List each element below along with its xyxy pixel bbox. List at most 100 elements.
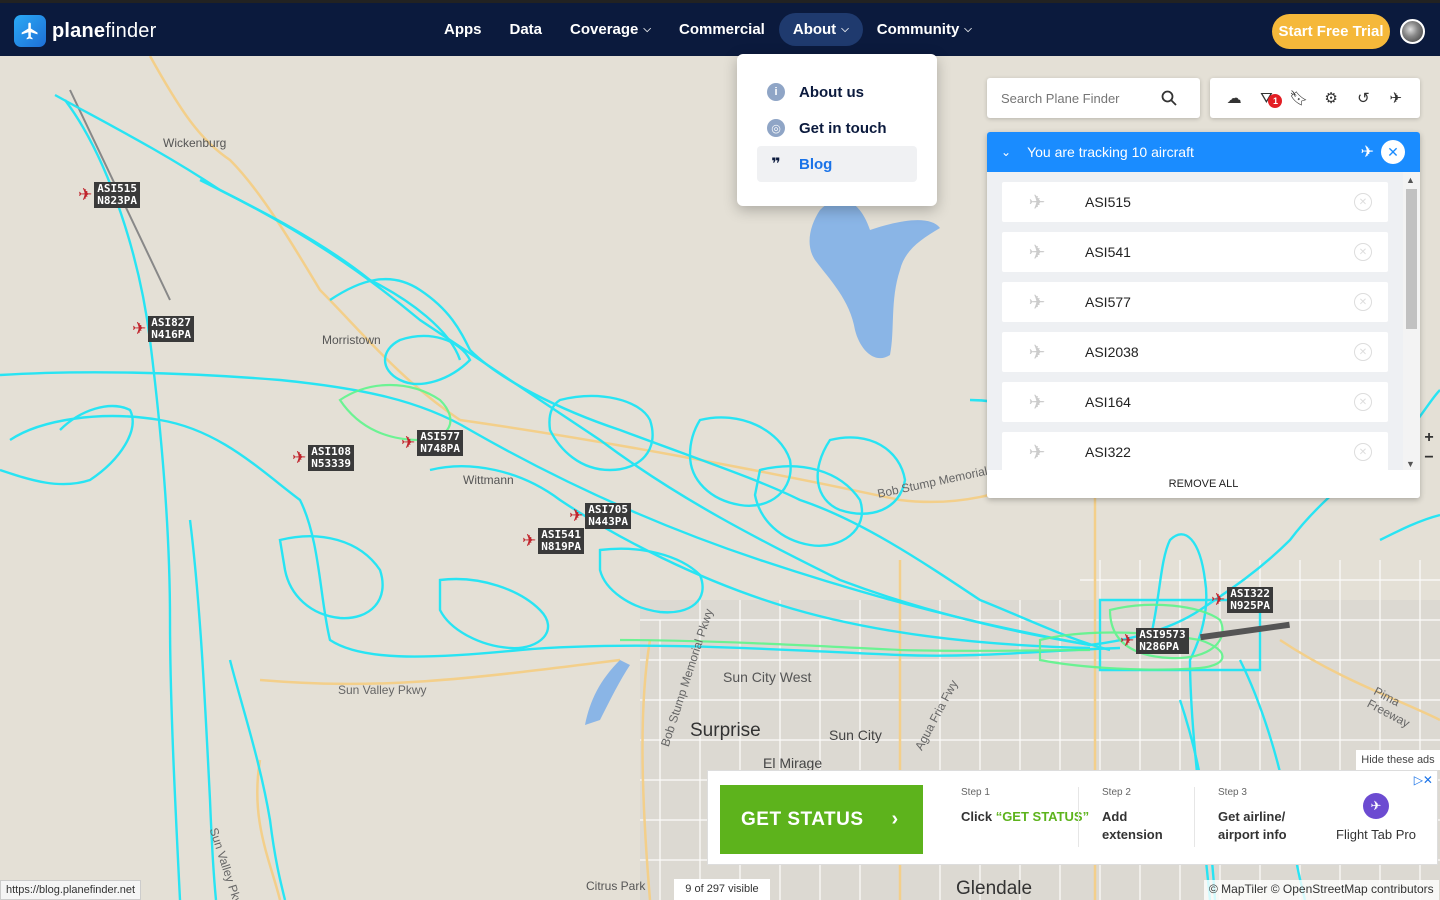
plane-icon: ✈ [78, 185, 93, 204]
ad-step-2: Step 2 Add extension [1102, 787, 1163, 842]
aircraft-tag: ASI322 N925PA [1227, 587, 1273, 613]
remove-icon[interactable]: ✕ [1354, 243, 1372, 261]
remove-icon[interactable]: ✕ [1354, 343, 1372, 361]
place-citrus-park: Citrus Park [586, 879, 646, 893]
aircraft-tag: ASI705 N443PA [585, 503, 631, 529]
city-surprise: Surprise [690, 720, 761, 741]
weather-icon[interactable]: ☁ [1222, 89, 1246, 107]
get-status-button[interactable]: GET STATUS › [720, 785, 923, 854]
map-attribution[interactable]: © MapTiler © OpenStreetMap contributors [1204, 880, 1439, 900]
chevron-down-icon: ⌵ [964, 24, 972, 35]
tracked-aircraft-list: ✈ ASI515 ✕ ✈ ASI541 ✕ ✈ ASI577 ✕ ✈ ASI2038 ✕ ✈ AS… [1002, 182, 1388, 482]
logo-text: planefinder [52, 19, 157, 42]
list-item[interactable]: ✈ ASI2038 ✕ [1002, 332, 1388, 372]
zoom-in-button[interactable]: + [1418, 428, 1440, 448]
scrollbar[interactable]: ▲ ▼ [1403, 172, 1420, 472]
settings-icon[interactable]: ⚙ [1319, 89, 1343, 107]
visible-count: 9 of 297 visible [674, 879, 770, 900]
menu-about-us[interactable]: i About us [757, 74, 917, 110]
flight-tab-pro-icon: ✈ [1362, 793, 1389, 819]
remove-icon[interactable]: ✕ [1354, 293, 1372, 311]
list-item[interactable]: ✈ ASI322 ✕ [1002, 432, 1388, 472]
history-icon[interactable]: ↺ [1351, 89, 1375, 107]
main-nav: Apps Data Coverage ⌵ Commercial About ⌵ Co… [430, 13, 986, 46]
aircraft-marker[interactable]: ✈ ASI827 N416PA [132, 316, 194, 342]
avatar[interactable] [1400, 19, 1425, 44]
aircraft-tag: ASI577 N748PA [417, 430, 463, 456]
aircraft-marker[interactable]: ✈ ASI9573 N286PA [1120, 628, 1189, 654]
tracking-header[interactable]: ⌄ You are tracking 10 aircraft ✈ ✕ [987, 132, 1420, 172]
plane-icon: ✈ [1028, 191, 1046, 214]
aircraft-marker[interactable]: ✈ ASI322 N925PA [1211, 587, 1273, 613]
place-el-mirage: El Mirage [763, 755, 823, 771]
quote-icon: ❞ [771, 156, 781, 173]
divider [1078, 787, 1079, 847]
plane-icon: ✈ [522, 531, 537, 550]
ad-step-3: Step 3 Get airline/ airport info [1218, 787, 1287, 842]
nav-data[interactable]: Data [496, 13, 557, 46]
menu-get-in-touch[interactable]: ◎ Get in touch [757, 110, 917, 146]
search-input[interactable] [1001, 90, 1161, 106]
place-wickenburg: Wickenburg [163, 136, 227, 150]
menu-blog[interactable]: ❞ Blog [757, 146, 917, 182]
close-icon[interactable]: ✕ [1381, 140, 1405, 164]
scroll-thumb[interactable] [1406, 189, 1417, 329]
nav-commercial[interactable]: Commercial [665, 13, 779, 46]
list-item[interactable]: ✈ ASI164 ✕ [1002, 382, 1388, 422]
planefinder-logo[interactable]: planefinder [14, 15, 156, 47]
bookmark-icon[interactable]: 🔖︎ [1287, 89, 1311, 107]
nav-about[interactable]: About ⌵ [778, 13, 863, 46]
aircraft-tag: ASI108 N53339 [308, 445, 354, 471]
plane-icon: ✈ [569, 506, 584, 525]
aircraft-marker[interactable]: ✈ ASI108 N53339 [292, 445, 354, 471]
aircraft-tag: ASI827 N416PA [148, 316, 194, 342]
scroll-down-icon[interactable]: ▼ [1406, 459, 1415, 469]
place-morristown: Morristown [322, 333, 381, 347]
list-item[interactable]: ✈ ASI577 ✕ [1002, 282, 1388, 322]
status-url: https://blog.planefinder.net [0, 880, 142, 900]
aircraft-marker[interactable]: ✈ ASI705 N443PA [569, 503, 631, 529]
aircraft-tag: ASI515 N823PA [94, 182, 140, 208]
scroll-up-icon[interactable]: ▲ [1406, 175, 1415, 185]
ad-close-icon[interactable]: ▷✕ [1414, 773, 1433, 787]
chevron-down-icon[interactable]: ⌄ [1001, 145, 1011, 159]
tracking-title: You are tracking 10 aircraft [1027, 144, 1194, 160]
search-icon[interactable] [1161, 90, 1177, 106]
plane-icon: ✈ [1028, 391, 1046, 414]
nav-coverage[interactable]: Coverage ⌵ [556, 13, 665, 46]
chevron-down-icon: ⌵ [841, 24, 849, 35]
filter-icon[interactable]: ⛛ 1 [1254, 90, 1283, 108]
place-sun-city-west: Sun City West [723, 669, 812, 685]
nav-community[interactable]: Community ⌵ [863, 13, 986, 46]
plane-icon: ✈ [1211, 590, 1226, 609]
plane-icon: ✈ [1028, 341, 1046, 364]
tracking-icon[interactable]: ✈ [1384, 89, 1408, 107]
remove-all-button[interactable]: REMOVE ALL [987, 470, 1420, 498]
tracking-panel: ⌄ You are tracking 10 aircraft ✈ ✕ ✈ ASI5… [987, 132, 1420, 498]
list-item[interactable]: ✈ ASI541 ✕ [1002, 232, 1388, 272]
ad-step-1: Step 1 Click “GET STATUS” [961, 787, 1090, 824]
zoom-controls: + − [1418, 428, 1440, 468]
divider [1194, 787, 1195, 847]
aircraft-marker[interactable]: ✈ ASI515 N823PA [78, 182, 140, 208]
logo-plane-icon [14, 15, 46, 47]
zoom-out-button[interactable]: − [1418, 448, 1440, 468]
city-glendale: Glendale [956, 878, 1033, 899]
search-box [987, 78, 1200, 118]
chevron-right-icon: › [891, 808, 899, 830]
plane-icon: ✈ [132, 319, 147, 338]
aircraft-marker[interactable]: ✈ ASI541 N819PA [522, 528, 584, 554]
info-icon: i [767, 83, 785, 101]
plane-outline-icon: ✈ [1360, 144, 1374, 161]
nav-apps[interactable]: Apps [430, 13, 496, 46]
remove-icon[interactable]: ✕ [1354, 393, 1372, 411]
remove-icon[interactable]: ✕ [1354, 193, 1372, 211]
plane-icon: ✈ [1028, 441, 1046, 464]
remove-icon[interactable]: ✕ [1354, 443, 1372, 461]
map-toolbar: ☁ ⛛ 1 🔖︎ ⚙ ↺ ✈ [1210, 78, 1420, 118]
hide-ads-link[interactable]: Hide these ads [1356, 750, 1440, 770]
aircraft-marker[interactable]: ✈ ASI577 N748PA [401, 430, 463, 456]
ad-brand[interactable]: ✈ Flight Tab Pro [1336, 793, 1416, 842]
start-free-trial-button[interactable]: Start Free Trial [1272, 14, 1390, 49]
list-item[interactable]: ✈ ASI515 ✕ [1002, 182, 1388, 222]
